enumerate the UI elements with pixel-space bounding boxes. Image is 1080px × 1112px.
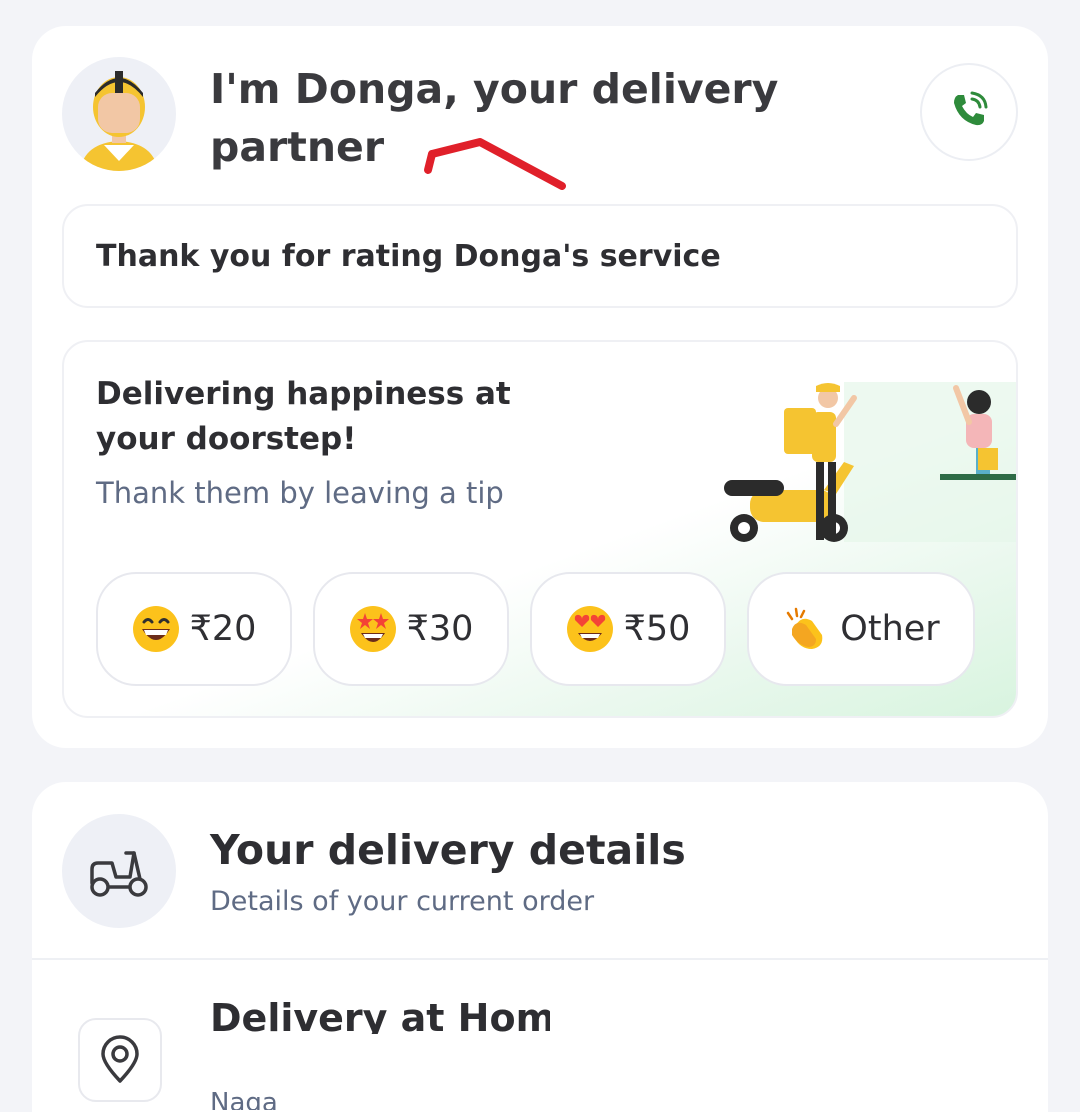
tip-option-label: Other [840,609,940,649]
tip-subheading: Thank them by leaving a tip [96,476,504,510]
delivery-partner-card: I'm Donga, your delivery partner Thank y… [32,26,1048,748]
call-partner-button[interactable] [920,63,1018,161]
tip-option-other[interactable]: Other [747,572,975,686]
delivery-illustration [704,362,1016,586]
tip-option-label: ₹50 [623,609,691,649]
divider [32,958,1048,960]
clapping-hands-icon [782,605,830,653]
tip-section: Delivering happiness at your doorstep! T… [62,340,1018,718]
tip-option-50[interactable]: ₹50 [530,572,726,686]
location-pin-icon [78,1018,162,1102]
red-arrow-annotation [422,130,572,204]
address-line: Naga [210,1088,278,1110]
tip-heading: Delivering happiness at your doorstep! [96,376,511,457]
star-struck-face-icon [349,605,397,653]
partner-avatar [62,57,176,171]
tip-option-label: ₹30 [406,609,474,649]
rating-thanks-text: Thank you for rating Donga's service [96,238,721,274]
delivery-details-subtitle: Details of your current order [210,886,595,917]
phone-call-icon [949,90,989,134]
tip-option-20[interactable]: ₹20 [96,572,292,686]
tip-option-label: ₹20 [189,609,257,649]
delivery-details-title: Your delivery details [210,826,686,874]
scooter-icon [62,814,176,928]
address-title: Delivery at Home [210,996,550,1034]
heart-eyes-face-icon [566,605,614,653]
delivery-details-card: Your delivery details Details of your cu… [32,782,1048,1112]
rating-thanks-banner: Thank you for rating Donga's service [62,204,1018,308]
tip-option-30[interactable]: ₹30 [313,572,509,686]
grinning-face-icon [132,605,180,653]
